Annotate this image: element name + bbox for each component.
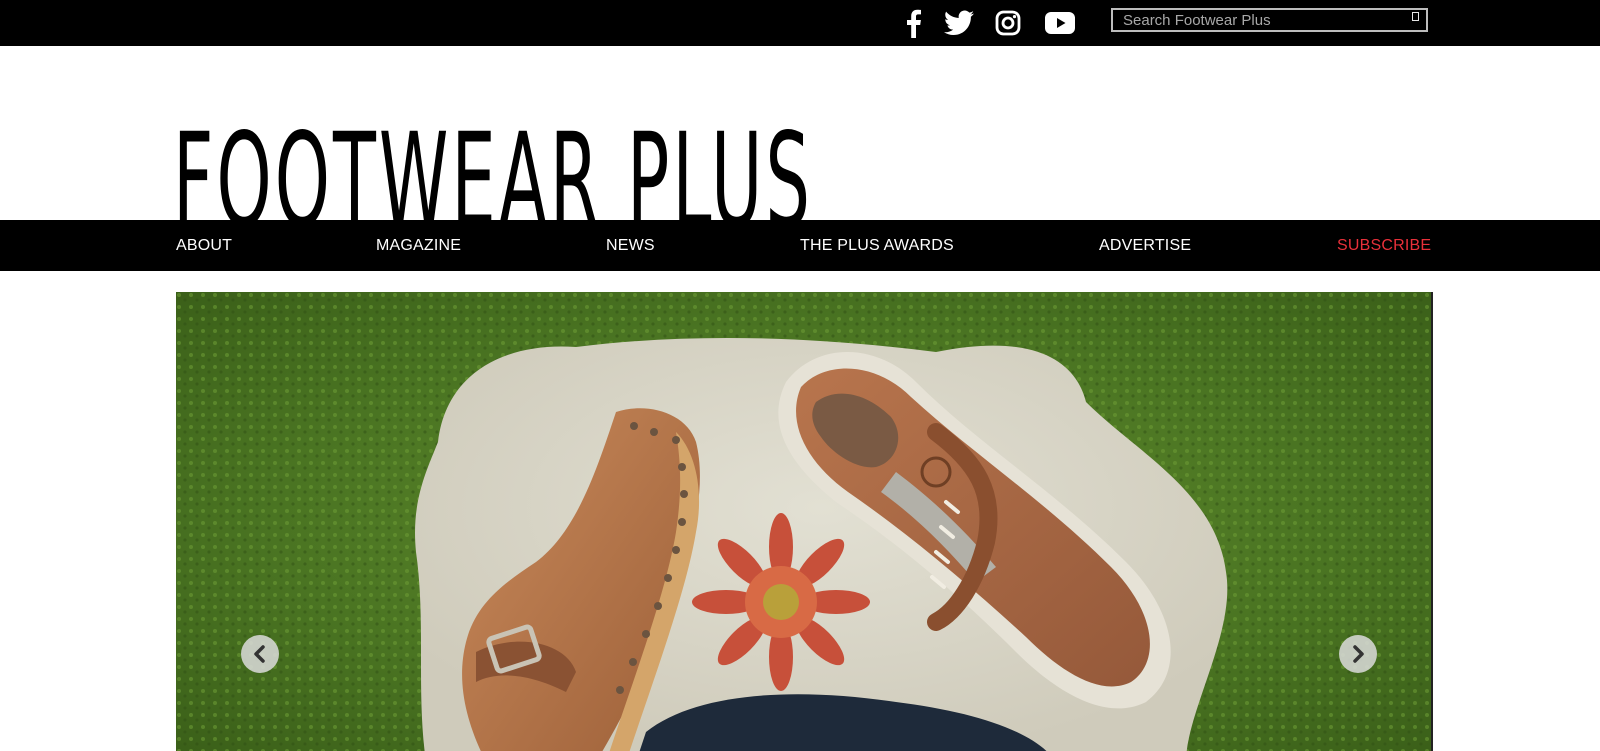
- facebook-icon[interactable]: [900, 6, 926, 40]
- nav-plus-awards[interactable]: THE PLUS AWARDS: [800, 220, 954, 271]
- shoes-on-moss-photo: [176, 292, 1433, 751]
- youtube-icon[interactable]: [1044, 6, 1076, 40]
- chevron-left-icon[interactable]: [241, 635, 279, 673]
- search-submit-icon[interactable]: [1404, 10, 1426, 30]
- site-logo[interactable]: FOOTWEAR PLUS: [173, 108, 818, 238]
- nav-subscribe[interactable]: SUBSCRIBE: [1337, 220, 1431, 271]
- masthead: FOOTWEAR PLUS: [0, 46, 1600, 238]
- instagram-icon[interactable]: [994, 6, 1022, 40]
- nav-advertise[interactable]: ADVERTISE: [1099, 220, 1191, 271]
- search-input[interactable]: [1113, 10, 1404, 30]
- top-bar: [0, 0, 1600, 46]
- hero-slider: [176, 292, 1433, 751]
- nav-news[interactable]: NEWS: [606, 220, 655, 271]
- nav-about[interactable]: ABOUT: [176, 220, 232, 271]
- logo-wordmark: FOOTWEAR PLUS: [173, 108, 813, 238]
- search-box[interactable]: [1111, 8, 1428, 32]
- main-nav: ABOUT MAGAZINE NEWS THE PLUS AWARDS ADVE…: [0, 220, 1600, 271]
- chevron-right-icon[interactable]: [1339, 635, 1377, 673]
- twitter-icon[interactable]: [944, 6, 974, 40]
- nav-magazine[interactable]: MAGAZINE: [376, 220, 461, 271]
